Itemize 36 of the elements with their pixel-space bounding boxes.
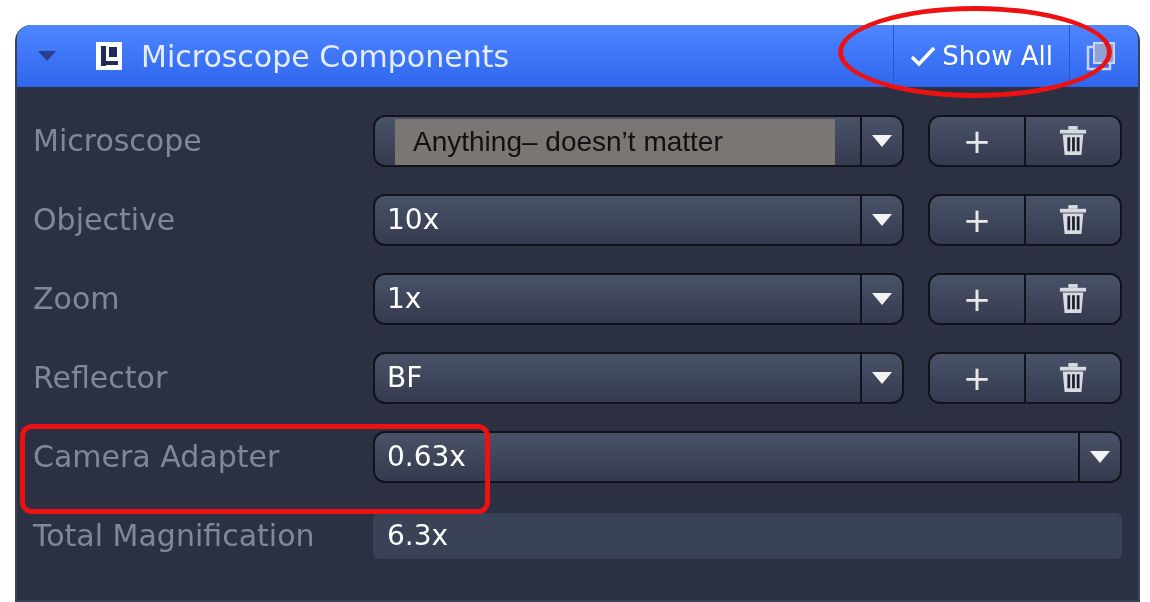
trash-icon <box>1059 283 1087 314</box>
readout-field: 6.3x <box>373 512 1122 559</box>
dropdown-arrow-icon <box>872 134 892 147</box>
dropdown-arrow-icon <box>872 371 892 384</box>
delete-button[interactable] <box>1026 274 1120 323</box>
field-label: Camera Adapter <box>33 439 281 474</box>
delete-button[interactable] <box>1026 195 1120 244</box>
delete-button[interactable] <box>1026 353 1120 402</box>
dropdown-field[interactable]: 0.63x <box>373 430 1122 483</box>
add-button[interactable]: + <box>930 274 1026 323</box>
field-label: Total Magnification <box>33 518 316 553</box>
field-label: Reflector <box>33 360 169 395</box>
dropdown-field[interactable]: Anything– doesn’t matter <box>373 114 904 167</box>
trash-icon <box>1059 362 1087 393</box>
panel-title: Microscope Components <box>141 38 510 74</box>
dropdown-arrow-icon <box>872 213 892 226</box>
add-button[interactable]: + <box>930 195 1026 244</box>
field-label: Objective <box>33 202 177 237</box>
dropdown-arrow-icon <box>1090 450 1110 463</box>
dropdown-field[interactable]: BF <box>373 351 904 404</box>
trash-icon <box>1059 125 1087 156</box>
dropdown-field[interactable]: 10x <box>373 193 904 246</box>
add-button[interactable]: + <box>930 353 1026 402</box>
undock-icon[interactable] <box>1086 41 1116 71</box>
add-button[interactable]: + <box>930 116 1026 165</box>
field-label: Zoom <box>33 281 121 316</box>
show-all-toggle[interactable]: Show All <box>893 25 1070 87</box>
dropdown-field[interactable]: 1x <box>373 272 904 325</box>
panel-icon <box>95 41 123 71</box>
checkmark-icon <box>910 45 937 67</box>
field-label: Microscope <box>33 123 203 158</box>
dropdown-arrow-icon <box>872 292 892 305</box>
trash-icon <box>1059 204 1087 235</box>
annotation-note: Anything– doesn’t matter <box>395 118 835 165</box>
collapse-caret-icon[interactable] <box>37 50 57 62</box>
delete-button[interactable] <box>1026 116 1120 165</box>
